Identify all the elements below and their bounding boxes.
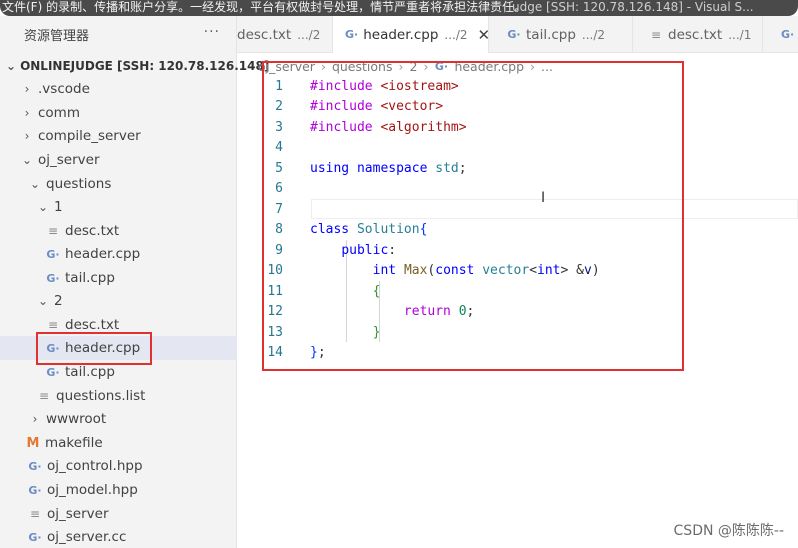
cpp-file-icon: G· xyxy=(28,530,42,544)
chevron-down-icon: ⌄ xyxy=(37,294,49,308)
text-file-icon: ≡ xyxy=(47,318,59,332)
tree-item-label: header.cpp xyxy=(65,246,141,262)
tree-item-oj-control-hpp[interactable]: G· oj_control.hpp xyxy=(0,454,237,478)
chevron-down-icon: ⌄ xyxy=(21,153,33,167)
tab-label: desc.txt xyxy=(668,26,723,43)
tree-item-label: desc.txt xyxy=(65,317,120,333)
tree-item-oj-model-hpp[interactable]: G· oj_model.hpp xyxy=(0,478,237,502)
tree-item-comm[interactable]: › comm xyxy=(0,101,237,125)
cpp-file-icon: G· xyxy=(46,247,60,261)
tab-header-cpp[interactable]: G· header.cpp .../2 ✕ xyxy=(333,16,490,53)
text-file-icon: ≡ xyxy=(650,27,662,42)
tree-item-folder-1[interactable]: ⌄ 1 xyxy=(0,195,237,219)
tree-item-label: oj_server.cc xyxy=(47,529,127,545)
tab-tail-cpp[interactable]: G· tail.cpp .../2 xyxy=(489,16,633,53)
chevron-right-icon: › xyxy=(24,82,30,96)
tree-item-label: .vscode xyxy=(38,81,90,97)
cpp-file-icon: G· xyxy=(46,271,60,285)
chevron-down-icon: ⌄ xyxy=(29,177,41,191)
tab-path: .../1 xyxy=(728,27,752,42)
tab-path: .../2 xyxy=(297,27,321,42)
tree-item-label: makefile xyxy=(45,435,103,451)
tree-item-questions-list[interactable]: ≡ questions.list xyxy=(0,384,237,408)
chevron-right-icon: › xyxy=(24,106,30,120)
tree-item-label: tail.cpp xyxy=(65,364,115,380)
explorer-title: 资源管理器 xyxy=(24,28,90,44)
tree-item-label: tail.cpp xyxy=(65,270,115,286)
tree-item-label: questions.list xyxy=(56,388,146,404)
tree-item-header-cpp-1[interactable]: G· header.cpp xyxy=(0,242,237,266)
chevron-down-icon: ⌄ xyxy=(37,200,49,214)
tree-item-tail-cpp-1[interactable]: G· tail.cpp xyxy=(0,266,237,290)
tree-item-label: comm xyxy=(38,105,80,121)
tree-item-label: oj_server xyxy=(38,152,100,168)
tree-item-label: desc.txt xyxy=(65,223,120,239)
watermark: CSDN @陈陈陈-- xyxy=(673,523,784,539)
text-file-icon: ≡ xyxy=(29,507,41,521)
tree-item-label: oj_model.hpp xyxy=(47,482,138,498)
chevron-down-icon: ⌄ xyxy=(6,59,17,73)
tree-item-wwwroot[interactable]: › wwwroot xyxy=(0,407,237,431)
tree-item-label: compile_server xyxy=(38,128,141,144)
tree-item-vscode[interactable]: › .vscode xyxy=(0,77,237,101)
tab-overflow[interactable]: G· xyxy=(763,16,798,53)
makefile-icon: M xyxy=(26,435,40,451)
text-file-icon: ≡ xyxy=(47,224,59,238)
tree-item-label: ONLINEJUDGE [SSH: 120.78.126.148] xyxy=(20,59,270,73)
tab-desc-txt-1[interactable]: ≡ desc.txt .../1 xyxy=(633,16,763,53)
cpp-file-icon: G· xyxy=(46,365,60,379)
explorer-sidebar: 资源管理器 ··· ⌄ ONLINEJUDGE [SSH: 120.78.126… xyxy=(0,16,269,548)
tree-item-label: questions xyxy=(46,176,112,192)
tree-item-folder-2[interactable]: ⌄ 2 xyxy=(0,289,237,313)
tab-desc-txt-2[interactable]: desc.txt .../2 xyxy=(237,16,333,53)
chevron-right-icon: › xyxy=(32,412,38,426)
text-cursor-icon: I xyxy=(541,190,546,206)
more-actions-icon[interactable]: ··· xyxy=(204,24,220,40)
tree-item-oj-server-folder[interactable]: ⌄ oj_server xyxy=(0,148,237,172)
highlight-box-code xyxy=(262,61,684,371)
tree-item-label: 2 xyxy=(54,293,63,309)
tree-item-questions[interactable]: ⌄ questions xyxy=(0,172,237,196)
text-file-icon: ≡ xyxy=(38,389,50,403)
tree-item-label: oj_control.hpp xyxy=(47,458,143,474)
tree-item-oj-server-cc[interactable]: G· oj_server.cc xyxy=(0,525,237,548)
tab-path: .../2 xyxy=(581,27,606,42)
cpp-file-icon: G· xyxy=(345,28,359,41)
tree-item-makefile[interactable]: M makefile xyxy=(0,431,237,455)
editor-tab-bar: desc.txt .../2 G· header.cpp .../2 ✕ G· … xyxy=(237,16,798,53)
tree-root-onlinejudge[interactable]: ⌄ ONLINEJUDGE [SSH: 120.78.126.148] xyxy=(0,54,269,78)
notice-banner-text: 文件(F) 的录制、传播和账户分享。一经发现，平台有权做封号处理，情节严重者将承… xyxy=(2,0,527,14)
tree-item-desc-txt-1[interactable]: ≡ desc.txt xyxy=(0,219,237,243)
tree-item-label: oj_server xyxy=(47,506,109,522)
tree-item-label: 1 xyxy=(54,199,63,215)
cpp-file-icon: G· xyxy=(781,28,795,41)
tab-label: header.cpp xyxy=(363,26,439,43)
window-title-fragment: udge [SSH: 120.78.126.148] - Visual S... xyxy=(512,0,754,14)
cpp-file-icon: G· xyxy=(507,28,521,41)
explorer-header: 资源管理器 ··· xyxy=(0,16,236,52)
notice-banner: 文件(F) 的录制、传播和账户分享。一经发现，平台有权做封号处理，情节严重者将承… xyxy=(0,0,798,16)
chevron-right-icon: › xyxy=(24,129,30,143)
tab-path: .../2 xyxy=(444,27,468,42)
tree-item-oj-server-file[interactable]: ≡ oj_server xyxy=(0,502,237,526)
tree-item-label: wwwroot xyxy=(46,411,107,427)
tree-item-compile-server[interactable]: › compile_server xyxy=(0,124,237,148)
tab-label: desc.txt xyxy=(237,26,292,43)
cpp-file-icon: G· xyxy=(28,483,42,497)
tab-label: tail.cpp xyxy=(526,26,576,43)
highlight-box-tree-item xyxy=(36,332,152,365)
cpp-file-icon: G· xyxy=(28,459,42,473)
